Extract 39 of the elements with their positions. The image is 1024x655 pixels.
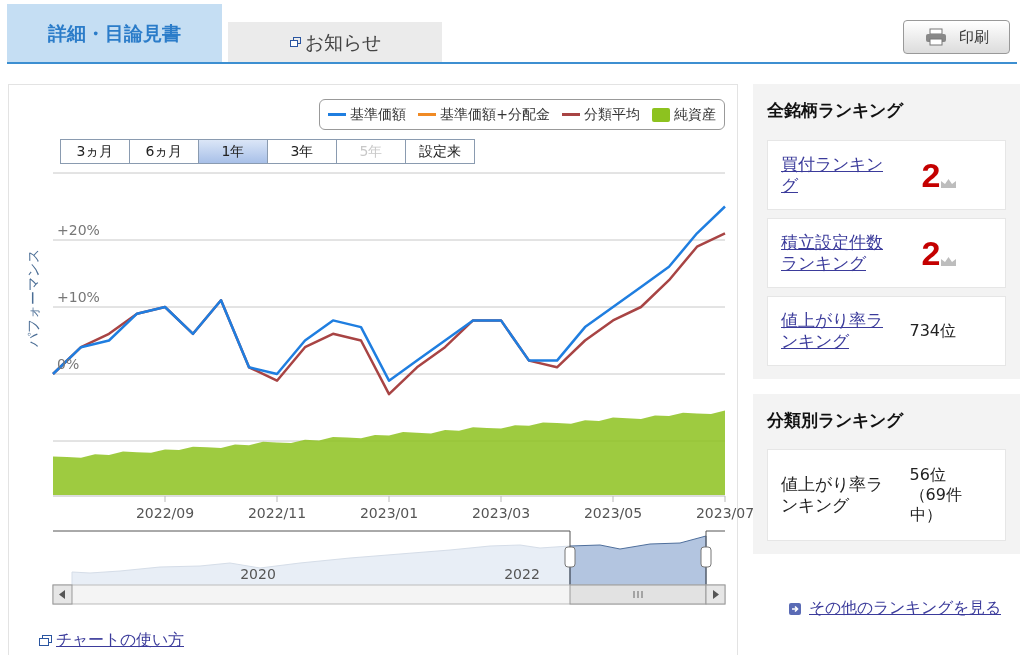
ranking-link[interactable]: 積立設定件数ランキング [781, 231, 887, 274]
ranking-link[interactable]: 値上がり率ランキング [781, 309, 887, 352]
legend-label: 分類平均 [584, 105, 640, 124]
print-button[interactable]: 印刷 [903, 20, 1010, 54]
x-tick-label: 2022/11 [247, 505, 307, 521]
ranking-link[interactable]: 買付ランキング [781, 153, 887, 196]
tab[interactable]: お知らせ [228, 22, 442, 62]
x-tick-label: 2023/01 [359, 505, 419, 521]
printer-icon [924, 28, 947, 46]
y-tick-label: +20% [57, 222, 100, 238]
y-axis-title: パフォーマンス [25, 249, 41, 347]
section-title: 分類別ランキング [767, 408, 905, 432]
section-title: 全銘柄ランキング [767, 99, 905, 122]
range-button[interactable]: 6ヵ月 [129, 139, 199, 164]
x-tick-label: 2023/05 [583, 505, 643, 521]
crown-icon [940, 255, 958, 267]
legend-label: 純資産 [674, 105, 716, 124]
crown-icon [940, 177, 958, 189]
range-button[interactable]: 3年 [267, 139, 337, 164]
navigator-year-label: 2022 [504, 566, 540, 582]
ranking-label: 値上がり率ランキング [781, 474, 884, 516]
x-tick-label: 2023/07 [695, 505, 755, 521]
range-button[interactable]: 設定来 [405, 139, 475, 164]
range-button[interactable]: 1年 [198, 139, 268, 164]
legend-label: 基準価額+分配金 [440, 105, 550, 124]
rank-value: 734位 [909, 320, 958, 341]
rank-number: 2 [921, 157, 941, 192]
arrow-right-icon [789, 603, 801, 615]
y-tick-label: +10% [57, 289, 100, 305]
navigator-year-label: 2020 [240, 566, 276, 582]
range-button[interactable]: 3ヵ月 [60, 139, 130, 164]
x-tick-label: 2023/03 [471, 505, 531, 521]
more-rankings-link[interactable]: その他のランキングを見る [809, 596, 1009, 620]
rank-number: 2 [921, 235, 941, 270]
rank-value: 56位（69件中） [909, 465, 963, 525]
window-icon [39, 634, 52, 646]
x-tick-label: 2022/09 [135, 505, 195, 521]
legend-label: 基準価額 [350, 105, 407, 124]
chart-help-link[interactable]: チャートの使い方 [56, 628, 184, 652]
